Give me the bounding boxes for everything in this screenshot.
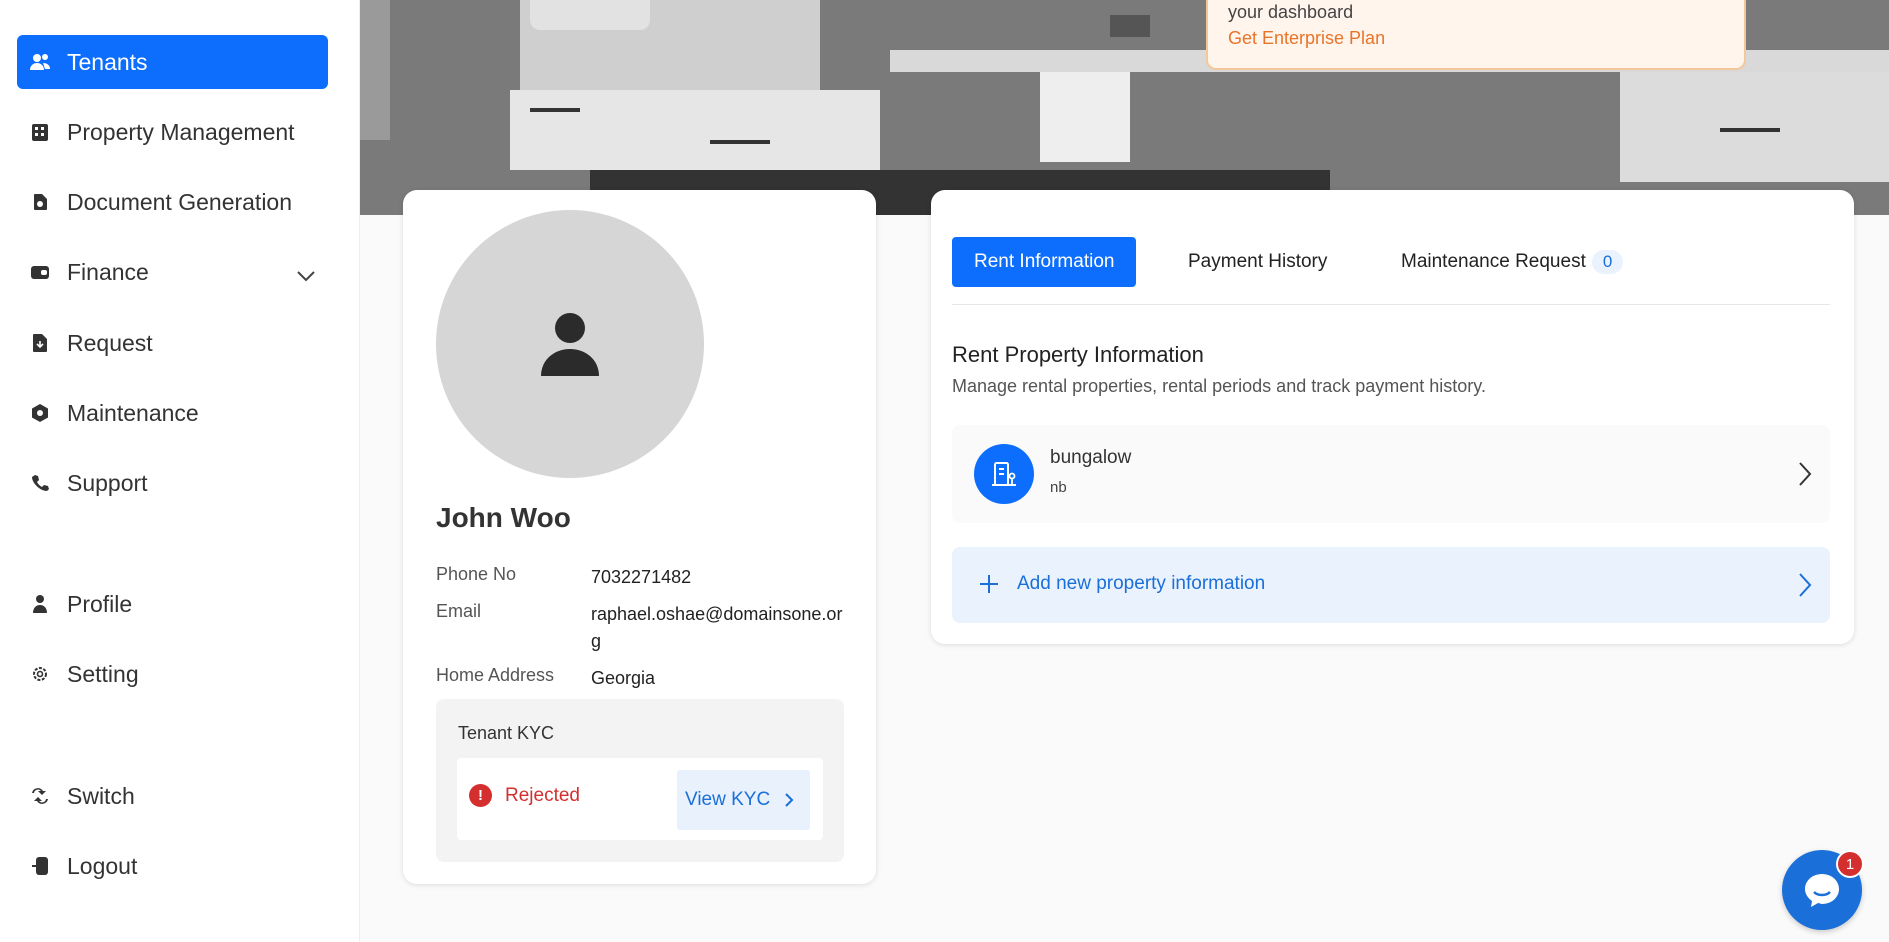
maintenance-icon [29,402,51,424]
wallet-icon [29,261,51,283]
tab-label: Payment History [1188,251,1328,272]
property-subtitle: nb [1050,479,1067,496]
main-content: your dashboard Get Enterprise Plan John … [360,0,1889,942]
avatar [436,210,704,478]
sidebar-item-label: Finance [67,258,149,285]
chat-icon [1805,874,1839,907]
sidebar-item-support[interactable]: Support [17,456,328,510]
sidebar-item-tenants[interactable]: Tenants [17,35,328,89]
maintenance-count-badge: 0 [1591,250,1624,274]
rent-information-card: Rent Information Payment History Mainten… [931,190,1854,644]
tab-label: Maintenance Request [1401,251,1586,272]
property-name: bungalow [1050,447,1132,468]
sidebar-item-finance[interactable]: Finance [17,245,328,299]
gear-icon [29,663,51,685]
chevron-right-icon [1798,572,1812,603]
chevron-down-icon[interactable] [296,261,316,288]
sidebar-item-setting[interactable]: Setting [17,647,328,701]
kyc-title: Tenant KYC [458,723,555,743]
chat-notification-badge: 1 [1836,850,1864,878]
tab-rent-information[interactable]: Rent Information [952,237,1137,287]
plus-icon [978,573,1000,600]
tab-maintenance-request[interactable]: Maintenance Request 0 [1401,237,1624,287]
sidebar-item-switch[interactable]: Switch [17,769,328,823]
kyc-status-text: Rejected [505,784,580,806]
users-icon [29,51,51,73]
upgrade-description: your dashboard [1228,2,1354,22]
building-icon [29,121,51,143]
property-icon [974,444,1034,504]
tab-bar: Rent Information Payment History Mainten… [952,237,1830,305]
sidebar-item-logout[interactable]: Logout [17,839,328,893]
upgrade-callout: your dashboard Get Enterprise Plan [1206,0,1746,70]
sidebar-item-property-management[interactable]: Property Management [17,105,328,159]
tenant-name: John Woo [436,502,571,533]
add-property-label: Add new property information [1017,573,1266,594]
address-label: Home Address [436,665,555,685]
sidebar-item-document-generation[interactable]: Document Generation [17,175,328,229]
chevron-right-icon [1798,461,1812,492]
sidebar-item-label: Switch [67,782,135,809]
sidebar-item-label: Profile [67,590,133,617]
phone-value: 7032271482 [591,567,692,587]
sidebar-item-label: Property Management [67,118,295,145]
chevron-right-icon [785,793,794,807]
get-enterprise-plan-link[interactable]: Get Enterprise Plan [1228,28,1385,49]
email-value: raphael.oshae@domainsone.org [591,604,843,651]
phone-icon [29,472,51,494]
sidebar-item-maintenance[interactable]: Maintenance [17,386,328,440]
switch-icon [29,785,51,807]
banner-image: your dashboard Get Enterprise Plan [360,0,1889,215]
user-placeholder-icon [541,313,599,376]
sidebar-item-label: Request [67,329,153,356]
sidebar-item-label: Maintenance [67,399,199,426]
sidebar-item-label: Document Generation [67,188,293,215]
property-list-item[interactable]: bungalow nb [952,425,1830,523]
document-icon [29,191,51,213]
sidebar-item-label: Support [67,469,148,496]
error-icon: ! [469,784,492,807]
user-icon [29,593,51,615]
email-label: Email [436,601,482,621]
phone-label: Phone No [436,564,517,584]
logout-icon [29,855,51,877]
request-icon [29,332,51,354]
section-title: Rent Property Information [952,342,1204,367]
view-kyc-label: View KYC [685,789,771,810]
address-value: Georgia [591,668,656,688]
section-description: Manage rental properties, rental periods… [952,376,1486,396]
add-property-button[interactable]: Add new property information [952,547,1830,623]
tab-label: Rent Information [974,251,1115,272]
sidebar: Tenants Property Management Document Gen… [0,0,360,942]
view-kyc-button[interactable]: View KYC [677,770,810,830]
kyc-status-panel: ! Rejected View KYC [457,758,823,840]
sidebar-item-label: Setting [67,660,139,687]
tab-payment-history[interactable]: Payment History [1188,237,1327,287]
sidebar-item-label: Tenants [67,48,148,75]
sidebar-item-request[interactable]: Request [17,316,328,370]
kyc-status: ! Rejected [469,784,580,807]
tenant-profile-card: John Woo Phone No 7032271482 Email rapha… [403,190,876,884]
sidebar-item-label: Logout [67,852,138,879]
tenant-kyc-box: Tenant KYC ! Rejected View KYC [436,699,844,862]
dashboard-icon [29,0,51,6]
sidebar-item-profile[interactable]: Profile [17,577,328,631]
